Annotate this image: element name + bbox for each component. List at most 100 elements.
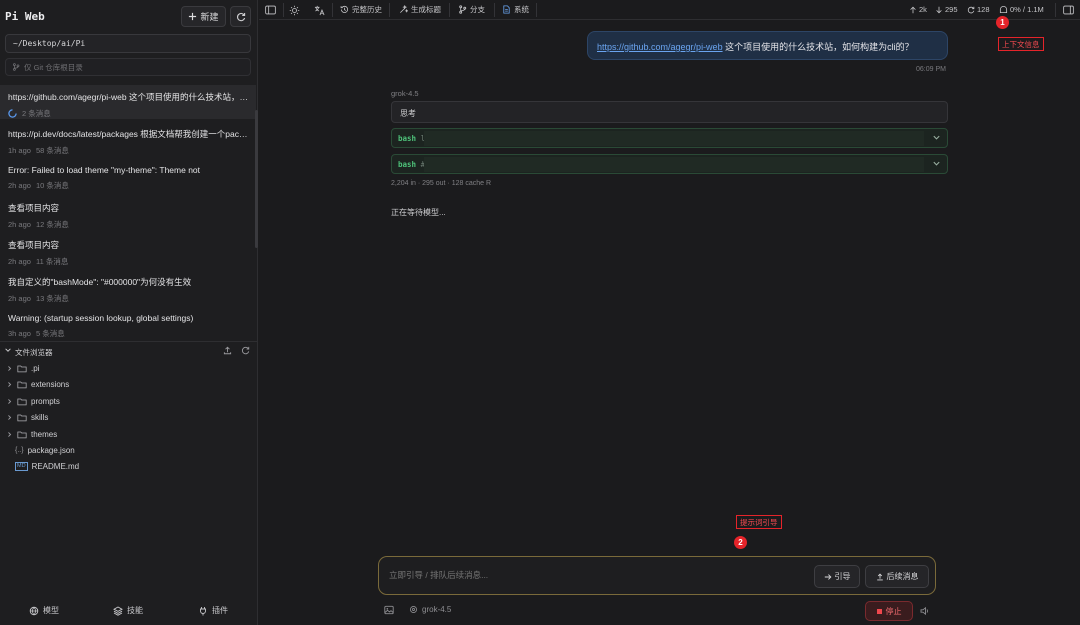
session-count: 5 条消息	[35, 329, 65, 338]
file-tree-folder[interactable]: skills	[6, 410, 48, 424]
session-time: 1h ago	[8, 146, 31, 155]
toggle-sidebar-button[interactable]	[263, 3, 278, 17]
folder-icon	[17, 431, 27, 438]
refresh-icon[interactable]	[241, 346, 250, 355]
branch-icon	[459, 5, 467, 14]
models-button[interactable]: 模型	[29, 605, 59, 616]
loading-spinner-icon	[8, 109, 17, 118]
user-message-text: 这个项目使用的什么技术站，如何构建为cli的？	[722, 42, 914, 52]
workspace-path-input[interactable]	[5, 34, 251, 53]
session-item[interactable]: Error: Failed to load theme "my-theme": …	[0, 159, 256, 193]
session-list: https://github.com/agegr/pi-web 这个项目使用的什…	[0, 85, 258, 339]
message-composer: 引导 后续消息	[378, 556, 936, 595]
follow-up-label: 后续消息	[886, 572, 919, 581]
token-usage-info: 2,204 in · 295 out · 128 cache R	[391, 180, 492, 187]
generate-title-button[interactable]: 生成标题	[399, 4, 441, 15]
plugins-button[interactable]: 插件	[198, 605, 228, 616]
file-tree-folder[interactable]: themes	[6, 427, 57, 441]
waiting-status: 正在等待模型...	[391, 208, 446, 217]
arrow-right-icon	[824, 573, 831, 580]
session-item[interactable]: https://pi.dev/docs/latest/packages 根据文档…	[0, 122, 256, 156]
stop-label: 停止	[885, 606, 902, 616]
cache-refresh-icon	[967, 6, 975, 13]
file-tree-folder[interactable]: prompts	[6, 394, 60, 408]
file-browser-header[interactable]: 文件浏览器	[0, 341, 258, 359]
session-list-scrollbar[interactable]	[255, 110, 258, 248]
full-history-label: 完整历史	[352, 5, 382, 14]
session-title: https://github.com/agegr/pi-web 这个项目使用的什…	[8, 92, 248, 102]
context-gauge-icon	[999, 6, 1008, 14]
session-time: 2h ago	[8, 181, 31, 190]
model-selector-label: grok-4.5	[422, 605, 452, 614]
user-message-link[interactable]: https://github.com/agegr/pi-web	[597, 42, 723, 52]
session-meta: 2h ago 10 条消息	[8, 180, 248, 191]
follow-up-button[interactable]: 后续消息	[865, 565, 929, 588]
thinking-block[interactable]: 思考	[391, 101, 948, 123]
file-name: themes	[31, 429, 58, 439]
translate-button[interactable]	[312, 3, 327, 17]
cpu-icon	[410, 606, 417, 613]
branch-button[interactable]: 分支	[458, 4, 485, 15]
session-title: 查看项目内容	[8, 240, 60, 250]
session-title: 查看项目内容	[8, 203, 60, 213]
refresh-sessions-button[interactable]	[230, 6, 251, 27]
session-count: 12 条消息	[35, 220, 69, 229]
chevron-down-icon	[933, 135, 940, 140]
file-tree-file[interactable]: MD README.md	[15, 459, 79, 473]
chevron-right-icon	[8, 381, 12, 387]
toggle-right-panel-button[interactable]	[1061, 3, 1076, 17]
generate-title-label: 生成标题	[411, 5, 441, 14]
chevron-down-icon	[5, 348, 11, 352]
upload-icon[interactable]	[223, 346, 232, 355]
toolbar-divider	[494, 3, 495, 17]
output-tokens-value: 295	[945, 5, 958, 14]
skills-label: 技能	[127, 606, 143, 615]
assistant-model-name: grok-4.5	[391, 89, 419, 98]
theme-toggle-button[interactable]	[287, 3, 302, 17]
image-attach-icon[interactable]	[384, 605, 394, 615]
skills-button[interactable]: 技能	[113, 605, 143, 616]
composer-input[interactable]	[389, 570, 769, 580]
annotation-badge-2: 2	[734, 536, 747, 549]
chevron-right-icon	[8, 414, 12, 420]
system-prompt-button[interactable]: 系统	[502, 4, 529, 15]
annotation-label-prompt-guide: 提示词引导	[736, 515, 782, 529]
app-title: Pi Web	[5, 10, 45, 23]
magic-wand-icon	[400, 5, 408, 13]
system-label: 系统	[514, 5, 529, 14]
file-tree-folder[interactable]: .pi	[6, 361, 39, 375]
folder-icon	[17, 381, 27, 388]
model-selector[interactable]: grok-4.5	[409, 605, 451, 614]
panel-right-icon	[1063, 5, 1074, 15]
plug-icon	[200, 606, 206, 615]
annotation-label-context: 上下文信息	[998, 37, 1044, 51]
context-usage-stat[interactable]: 0% / 1.1M	[999, 5, 1044, 14]
stop-button[interactable]: 停止	[865, 601, 913, 621]
session-item[interactable]: 查看项目内容 2h ago 11 条消息	[0, 233, 256, 267]
session-time: 2h ago	[8, 257, 31, 266]
full-history-button[interactable]: 完整历史	[340, 4, 382, 15]
chevron-down-icon	[933, 161, 940, 166]
branch-icon	[13, 63, 20, 71]
session-meta: 2 条消息	[8, 108, 248, 119]
speaker-icon[interactable]	[920, 606, 930, 616]
bash-tool-call[interactable]: bash #	[391, 154, 948, 174]
folder-icon	[17, 398, 27, 405]
thinking-label: 思考	[400, 109, 416, 118]
bash-tool-call[interactable]: bash l	[391, 128, 948, 148]
steer-button[interactable]: 引导	[814, 565, 860, 588]
session-count: 58 条消息	[35, 146, 69, 155]
folder-icon	[17, 365, 27, 372]
git-root-placeholder: 仅 Git 仓库根目录	[24, 62, 83, 72]
arrow-up-icon	[910, 6, 916, 13]
session-item-active[interactable]: https://github.com/agegr/pi-web 这个项目使用的什…	[0, 85, 256, 119]
file-tree-folder[interactable]: extensions	[6, 377, 69, 391]
git-root-filter[interactable]: 仅 Git 仓库根目录	[5, 58, 251, 76]
session-item[interactable]: 查看项目内容 2h ago 12 条消息	[0, 196, 256, 230]
bash-label: bash #	[398, 160, 425, 169]
new-session-button[interactable]: 新建	[181, 6, 226, 27]
session-item[interactable]: 我自定义的"bashMode": "#000000"为何没有生效 2h ago 1…	[0, 270, 256, 304]
session-item[interactable]: Warning: (startup session lookup, global…	[0, 307, 256, 339]
file-tree-file[interactable]: {..} package.json	[15, 443, 75, 457]
upload-icon	[876, 572, 883, 580]
